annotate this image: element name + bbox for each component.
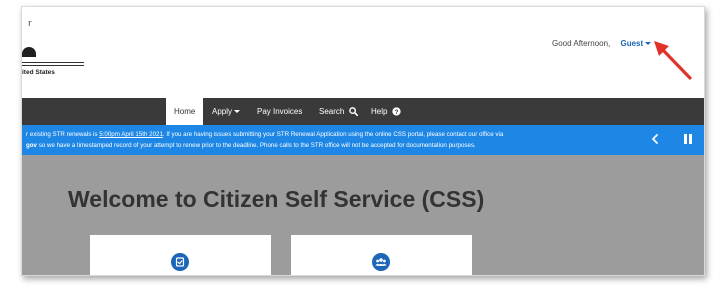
svg-text:?: ? [394, 109, 398, 116]
nav-search[interactable]: Search [319, 98, 358, 125]
chevron-down-icon [234, 110, 241, 114]
announcement-line-2: gov so we have a timestamped record of y… [26, 142, 476, 149]
logo-rule [22, 65, 84, 66]
service-card[interactable] [291, 235, 472, 275]
user-menu-button[interactable]: Guest [621, 39, 652, 48]
nav-home-label: Home [174, 107, 196, 116]
nav-apply[interactable]: Apply [212, 98, 241, 125]
email-link[interactable]: gov [26, 142, 37, 149]
agency-logo[interactable]: ited States [22, 47, 92, 81]
announcement-banner: r existing STR renewals is 5:00pm April … [22, 125, 704, 155]
greeting-text: Good Afternoon, [552, 39, 611, 48]
user-menu-label: Guest [620, 39, 644, 48]
page-title: Welcome to Citizen Self Service (CSS) [68, 186, 485, 212]
announcement-line-1: r existing STR renewals is 5:00pm April … [26, 131, 503, 138]
nav-apply-label: Apply [212, 107, 233, 116]
nav-home[interactable]: Home [166, 98, 204, 125]
checklist-icon [171, 253, 189, 271]
nav-pay-invoices-label: Pay Invoices [257, 107, 303, 116]
help-icon: ? [392, 107, 401, 116]
hero-section: Welcome to Citizen Self Service (CSS) [22, 155, 704, 275]
main-navigation: Home Apply Pay Invoices Search Help ? [22, 98, 704, 125]
browser-screenshot: r ited States Good Afternoon, Guest Home… [21, 6, 705, 276]
users-icon [372, 253, 390, 271]
header-mark: r [28, 19, 32, 29]
chevron-left-icon[interactable] [648, 132, 662, 146]
search-icon [348, 107, 358, 117]
announcement-text: so we have a timestamped record of your … [37, 142, 476, 149]
logo-rule [22, 62, 84, 63]
annotation-arrow-icon [654, 41, 692, 80]
nav-help-label: Help [371, 107, 388, 116]
deadline-text: 5:00pm April 15th 2021 [99, 131, 163, 138]
pause-icon[interactable] [681, 132, 695, 146]
logo-text: ited States [22, 69, 55, 76]
service-card[interactable] [90, 235, 271, 275]
nav-pay-invoices[interactable]: Pay Invoices [257, 98, 302, 125]
logo-dome-icon [22, 47, 36, 57]
announcement-text: . If you are having issues submitting yo… [162, 131, 504, 138]
nav-search-label: Search [319, 107, 345, 116]
announcement-text: r existing STR renewals is [26, 131, 100, 138]
nav-help[interactable]: Help ? [371, 98, 401, 125]
user-greeting: Good Afternoon, Guest [552, 39, 652, 48]
